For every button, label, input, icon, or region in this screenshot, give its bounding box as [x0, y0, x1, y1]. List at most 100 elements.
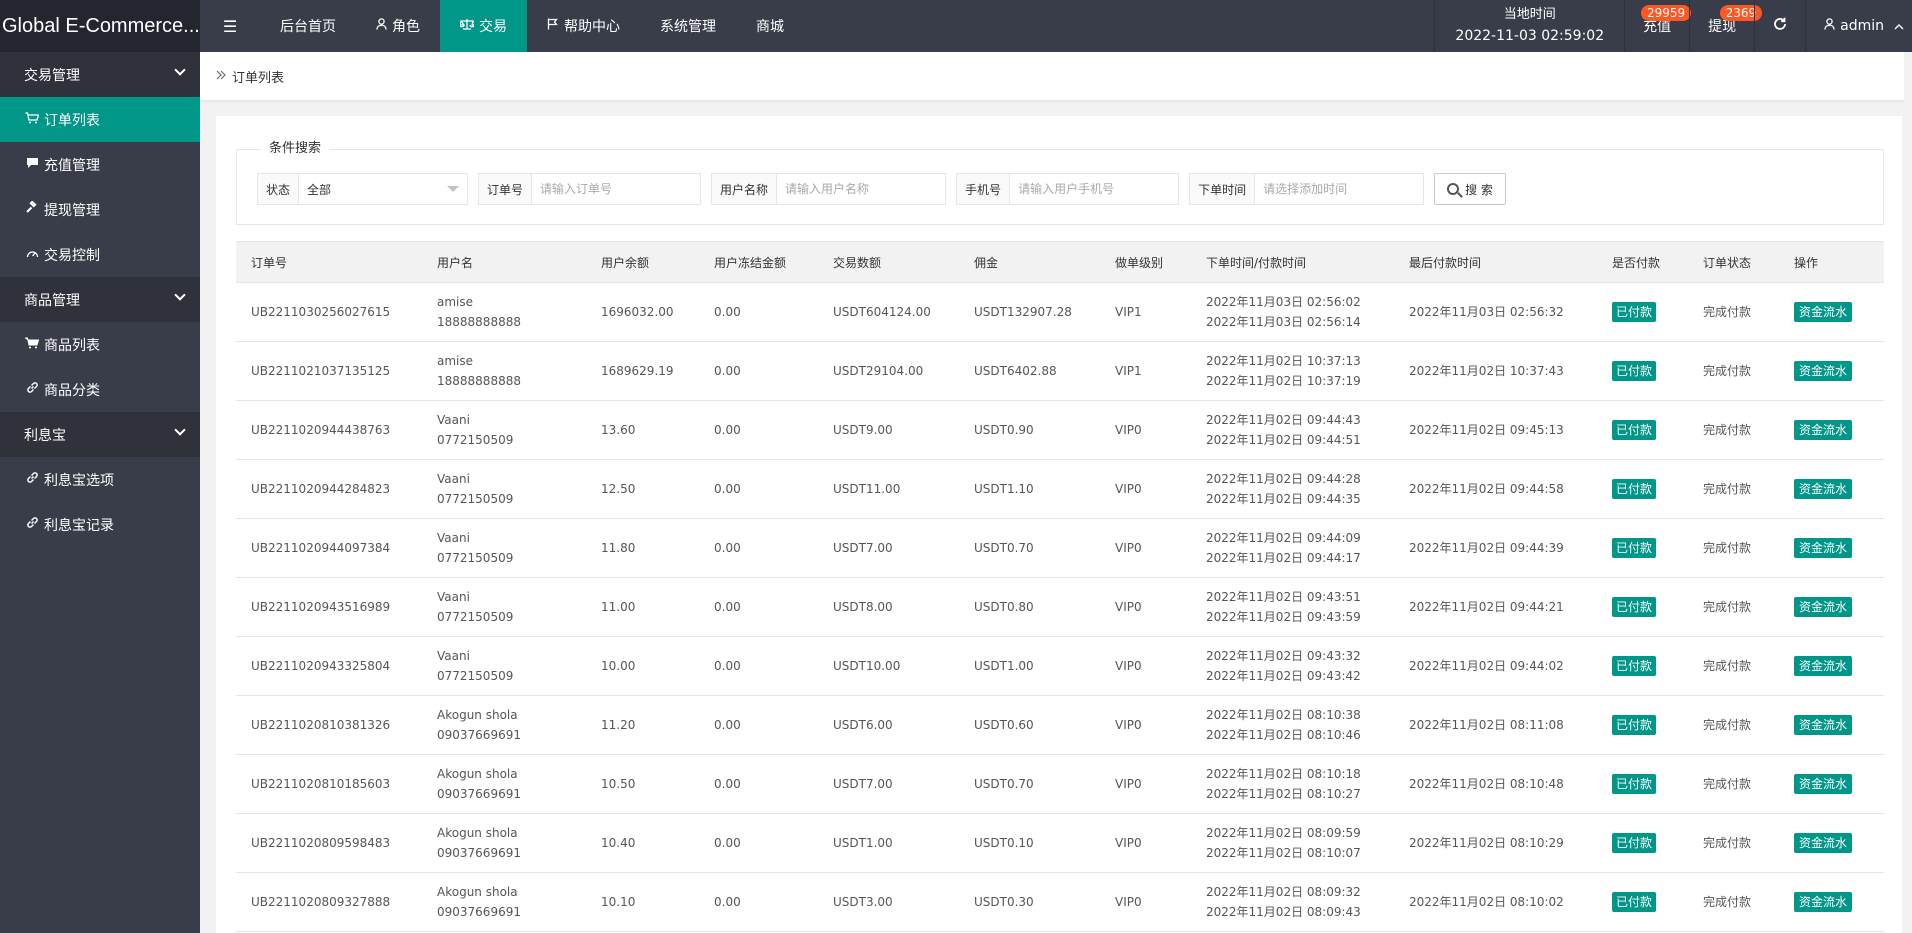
phone-input[interactable] — [1010, 174, 1179, 204]
cell-amount: USDT7.00 — [833, 541, 893, 555]
cell-times: 2022年11月02日 09:44:28 2022年11月02日 09:44:35 — [1191, 460, 1394, 519]
fund-flow-button[interactable]: 资金流水 — [1794, 774, 1853, 794]
fund-flow-button[interactable]: 资金流水 — [1794, 538, 1853, 558]
menu-toggle-button[interactable]: ☰ — [200, 0, 260, 52]
paid-badge: 已付款 — [1612, 656, 1657, 676]
menu-icon: ☰ — [222, 16, 238, 36]
cell-last-pay: 2022年11月02日 09:44:58 — [1409, 482, 1564, 496]
cell-status: 完成付款 — [1703, 305, 1752, 319]
cell-last-pay: 2022年11月03日 02:56:32 — [1409, 305, 1564, 319]
paid-badge: 已付款 — [1612, 774, 1657, 794]
cell-commission: USDT6402.88 — [974, 364, 1057, 378]
cell-user: Akogun shola 09037669691 — [422, 814, 586, 873]
sidebar-group-interest[interactable]: 利息宝 — [0, 412, 200, 457]
cell-user-phone: 09037669691 — [437, 787, 521, 801]
cell-amount: USDT3.00 — [833, 895, 893, 909]
sidebar-item-goods-list[interactable]: 商品列表 — [0, 322, 200, 367]
cell-level: VIP0 — [1115, 541, 1142, 555]
sidebar-group-goods[interactable]: 商品管理 — [0, 277, 200, 322]
cell-balance: 10.40 — [601, 836, 636, 850]
sidebar-item-goods-category[interactable]: 商品分类 — [0, 367, 200, 412]
topnav-home[interactable]: 后台首页 — [260, 0, 356, 52]
th-order-time: 下单时间/付款时间 — [1191, 241, 1394, 283]
content-card: 条件搜索 状态 全部 订单号 用户名称 手 — [216, 116, 1902, 933]
cell-user-phone: 09037669691 — [437, 905, 521, 919]
refresh-button[interactable] — [1754, 0, 1805, 52]
cell-level: VIP0 — [1115, 777, 1142, 791]
topnav-mall[interactable]: 商城 — [736, 0, 804, 52]
cell-pay-time: 2022年11月02日 08:10:07 — [1206, 846, 1361, 860]
cell-user-name: Akogun shola — [437, 767, 518, 781]
search-icon — [1447, 183, 1460, 195]
topnav-trade[interactable]: 交易 — [440, 0, 527, 52]
cell-pay-time: 2022年11月02日 10:37:19 — [1206, 374, 1361, 388]
sidebar-item-order-list[interactable]: 订单列表 — [0, 97, 200, 142]
user-menu[interactable]: admin — [1805, 0, 1912, 52]
status-select[interactable]: 全部 — [299, 174, 467, 204]
sidebar-item-withdraw[interactable]: 提现管理 — [0, 187, 200, 232]
time-input[interactable] — [1255, 174, 1424, 204]
table-row: UB2211020943516989 Vaani 0772150509 11.00 0.… — [236, 578, 1884, 637]
recharge-link[interactable]: 充值 29959 — [1624, 0, 1692, 52]
fund-flow-button[interactable]: 资金流水 — [1794, 361, 1853, 381]
cell-commission: USDT1.00 — [974, 659, 1034, 673]
cell-action: 资金流水 — [1779, 814, 1884, 873]
username-input[interactable] — [777, 174, 946, 204]
cell-user-phone: 0772150509 — [437, 433, 514, 447]
th-order: 订单号 — [236, 241, 422, 283]
cell-pay-time: 2022年11月03日 02:56:14 — [1206, 315, 1361, 329]
sidebar-item-label: 利息宝记录 — [44, 517, 114, 534]
topnav-role[interactable]: 角色 — [356, 0, 440, 52]
cell-user-phone: 0772150509 — [437, 669, 514, 683]
cell-balance: 1696032.00 — [601, 305, 674, 319]
search-button[interactable]: 搜 索 — [1434, 173, 1506, 205]
fund-flow-button[interactable]: 资金流水 — [1794, 833, 1853, 853]
cell-order-time: 2022年11月02日 09:44:09 — [1206, 531, 1361, 545]
cell-last-pay: 2022年11月02日 08:10:02 — [1409, 895, 1564, 909]
cell-status: 完成付款 — [1703, 364, 1752, 378]
order-label: 订单号 — [479, 174, 533, 204]
sidebar-group-label: 交易管理 — [24, 67, 80, 84]
cell-times: 2022年11月02日 08:10:38 2022年11月02日 08:10:46 — [1191, 696, 1394, 755]
cell-action: 资金流水 — [1779, 342, 1884, 401]
fund-flow-button[interactable]: 资金流水 — [1794, 479, 1853, 499]
order-field: 订单号 — [478, 173, 702, 205]
fund-flow-button[interactable]: 资金流水 — [1794, 892, 1853, 912]
sidebar-item-interest-options[interactable]: 利息宝选项 — [0, 457, 200, 502]
fund-flow-button[interactable]: 资金流水 — [1794, 420, 1853, 440]
th-level: 做单级别 — [1100, 241, 1191, 283]
cell-last-pay: 2022年11月02日 08:10:29 — [1409, 836, 1564, 850]
local-time: 当地时间 2022-11-03 02:59:02 — [1434, 0, 1624, 52]
withdraw-link[interactable]: 提现 2369 — [1689, 0, 1763, 52]
cell-commission: USDT0.30 — [974, 895, 1034, 909]
cell-frozen: 0.00 — [714, 777, 741, 791]
app-logo[interactable]: Global E-Commerce... — [0, 0, 200, 52]
order-input[interactable] — [532, 174, 701, 204]
cell-order: UB2211020943516989 — [251, 600, 391, 614]
cell-user: Akogun shola 09037669691 — [422, 873, 586, 932]
cell-commission: USDT132907.28 — [974, 305, 1072, 319]
cell-order: UB2211030256027615 — [251, 305, 391, 319]
fund-flow-button[interactable]: 资金流水 — [1794, 715, 1853, 735]
cell-status: 完成付款 — [1703, 482, 1752, 496]
sidebar-item-recharge[interactable]: 充值管理 — [0, 142, 200, 187]
link-icon — [24, 381, 40, 398]
vertical-scrollbar[interactable] — [1904, 52, 1912, 933]
cell-pay-time: 2022年11月02日 09:44:17 — [1206, 551, 1361, 565]
fund-flow-button[interactable]: 资金流水 — [1794, 302, 1853, 322]
comment-icon — [24, 157, 40, 173]
sidebar-item-trade-control[interactable]: 交易控制 — [0, 232, 200, 277]
th-status: 订单状态 — [1688, 241, 1779, 283]
cell-user: Vaani 0772150509 — [422, 460, 586, 519]
topnav-help[interactable]: 帮助中心 — [527, 0, 640, 52]
fund-flow-button[interactable]: 资金流水 — [1794, 597, 1853, 617]
fund-flow-button[interactable]: 资金流水 — [1794, 656, 1853, 676]
sidebar-group-trade[interactable]: 交易管理 — [0, 52, 200, 97]
cell-frozen: 0.00 — [714, 600, 741, 614]
topnav-system[interactable]: 系统管理 — [640, 0, 736, 52]
cell-status: 完成付款 — [1703, 600, 1752, 614]
cell-paid: 已付款 — [1597, 814, 1688, 873]
username-label: 用户名称 — [712, 174, 778, 204]
topnav-trade-label: 交易 — [479, 19, 507, 35]
sidebar-item-interest-records[interactable]: 利息宝记录 — [0, 502, 200, 547]
